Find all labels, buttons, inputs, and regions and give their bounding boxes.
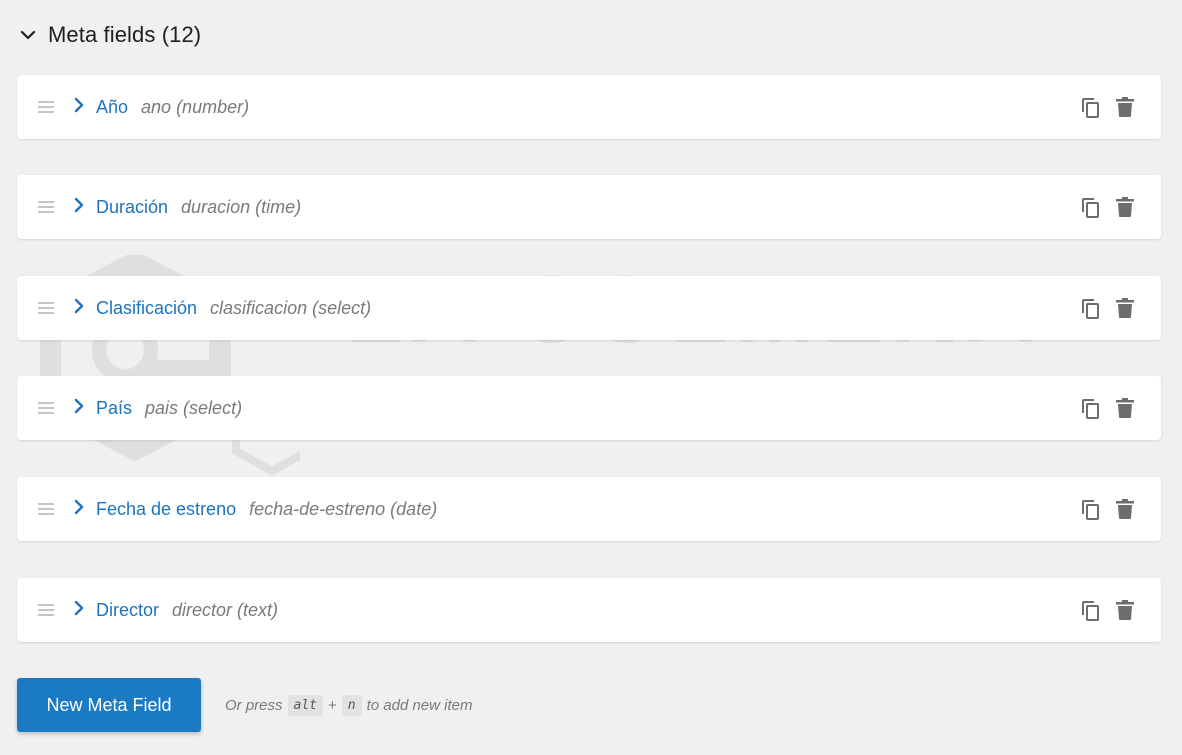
chevron-right-icon[interactable] <box>73 196 85 214</box>
drag-handle-icon[interactable] <box>38 101 54 113</box>
shortcut-key-n: n <box>341 694 362 716</box>
field-row: Fecha de estreno fecha-de-estreno (date) <box>17 477 1161 541</box>
copy-icon[interactable] <box>1080 197 1100 219</box>
meta-fields-footer: New Meta Field Or press alt + n to add n… <box>17 678 473 732</box>
meta-fields-header[interactable]: Meta fields (12) <box>20 18 201 52</box>
drag-handle-icon[interactable] <box>38 302 54 314</box>
meta-fields-title: Meta fields (12) <box>48 22 202 47</box>
field-label[interactable]: Director <box>96 600 159 621</box>
copy-icon[interactable] <box>1080 298 1100 320</box>
hint-suffix: to add new item <box>366 696 473 714</box>
field-title: País pais (select) <box>96 376 242 440</box>
field-title: Fecha de estreno fecha-de-estreno (date) <box>96 477 437 541</box>
field-label[interactable]: Fecha de estreno <box>96 499 236 520</box>
field-meta: fecha-de-estreno (date) <box>249 498 438 519</box>
trash-icon[interactable] <box>1116 398 1134 418</box>
drag-handle-icon[interactable] <box>38 604 54 616</box>
chevron-right-icon[interactable] <box>73 498 85 516</box>
drag-handle-icon[interactable] <box>38 201 54 213</box>
chevron-right-icon[interactable] <box>73 96 85 114</box>
field-label[interactable]: Clasificación <box>96 298 197 319</box>
copy-icon[interactable] <box>1080 398 1100 420</box>
field-meta: clasificacion (select) <box>210 297 372 318</box>
chevron-right-icon[interactable] <box>73 599 85 617</box>
shortcut-key-alt: alt <box>287 694 323 716</box>
trash-icon[interactable] <box>1116 499 1134 519</box>
chevron-right-icon[interactable] <box>73 397 85 415</box>
field-meta: director (text) <box>172 599 279 620</box>
field-title: Año ano (number) <box>96 75 249 139</box>
field-row: Clasificación clasificacion (select) <box>17 276 1161 340</box>
chevron-down-icon <box>20 30 36 40</box>
drag-handle-icon[interactable] <box>38 402 54 414</box>
field-row: País pais (select) <box>17 376 1161 440</box>
field-label[interactable]: Año <box>96 97 128 118</box>
trash-icon[interactable] <box>1116 97 1134 117</box>
copy-icon[interactable] <box>1080 600 1100 622</box>
field-row: Director director (text) <box>17 578 1161 642</box>
chevron-right-icon[interactable] <box>73 297 85 315</box>
field-title: Director director (text) <box>96 578 278 642</box>
field-row: Duración duracion (time) <box>17 175 1161 239</box>
trash-icon[interactable] <box>1116 600 1134 620</box>
field-title: Duración duracion (time) <box>96 175 301 239</box>
shortcut-plus: + <box>328 696 337 714</box>
field-title: Clasificación clasificacion (select) <box>96 276 371 340</box>
field-label[interactable]: Duración <box>96 197 168 218</box>
copy-icon[interactable] <box>1080 499 1100 521</box>
trash-icon[interactable] <box>1116 197 1134 217</box>
hint-prefix: Or press <box>225 696 283 714</box>
copy-icon[interactable] <box>1080 97 1100 119</box>
field-row: Año ano (number) <box>17 75 1161 139</box>
field-meta: ano (number) <box>141 96 250 117</box>
field-label[interactable]: País <box>96 398 132 419</box>
field-meta: pais (select) <box>145 397 243 418</box>
shortcut-hint: Or press alt + n to add new item <box>225 694 473 716</box>
new-meta-field-button[interactable]: New Meta Field <box>17 678 201 732</box>
trash-icon[interactable] <box>1116 298 1134 318</box>
field-meta: duracion (time) <box>181 196 302 217</box>
drag-handle-icon[interactable] <box>38 503 54 515</box>
